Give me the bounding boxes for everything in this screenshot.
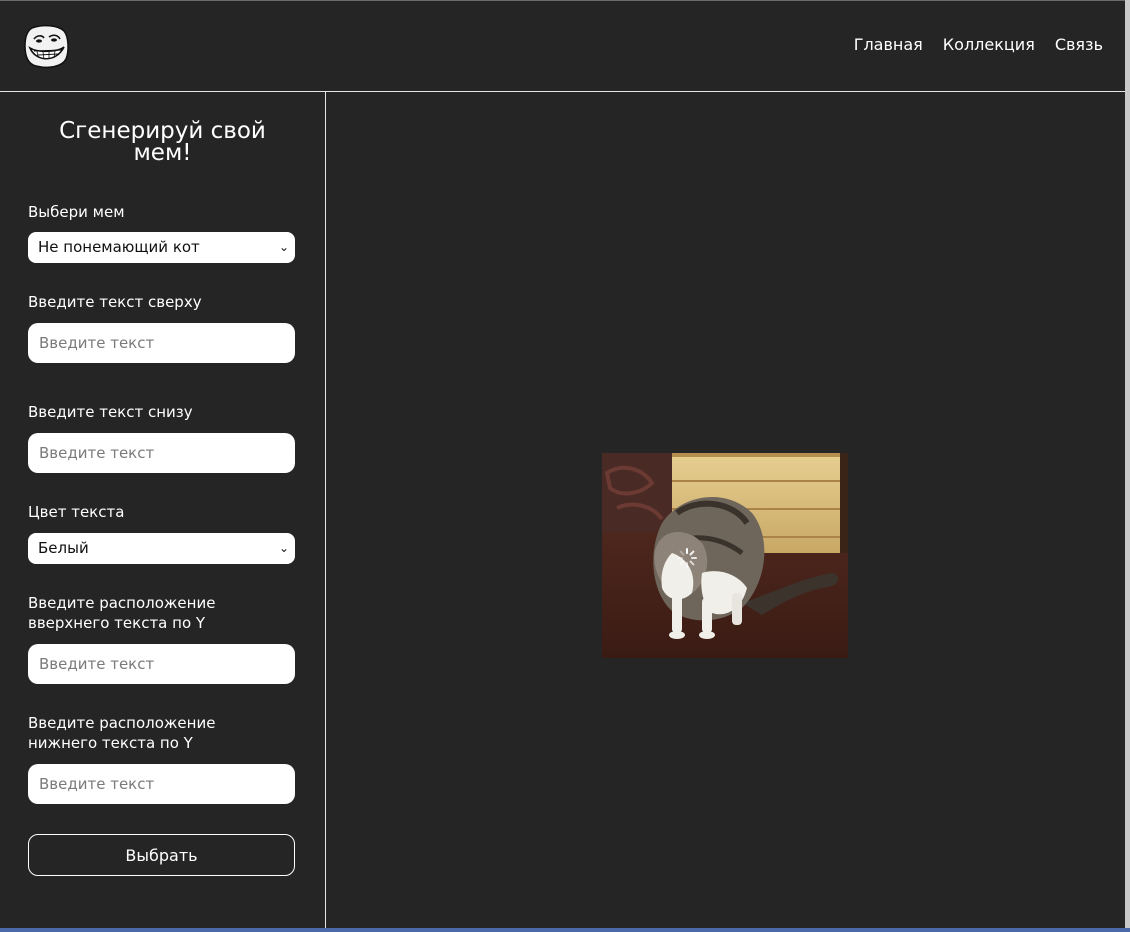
top-text-input[interactable] — [28, 323, 295, 363]
top-y-input[interactable] — [28, 644, 295, 684]
nav-link-contact[interactable]: Связь — [1055, 34, 1103, 56]
bottom-text-input[interactable] — [28, 433, 295, 473]
form-title: Сгенерируй свой мем! — [59, 118, 266, 166]
site-header: Главная Коллекция Связь — [0, 0, 1125, 92]
submit-button[interactable]: Выбрать — [28, 834, 295, 876]
bottom-y-label: Введите расположение нижнего текста по Y — [28, 714, 216, 752]
main-nav: Главная Коллекция Связь — [854, 34, 1103, 56]
meme-select[interactable]: Не понемающий кот ⌄ — [28, 232, 295, 263]
top-text-label: Введите текст сверху — [28, 293, 202, 311]
meme-select-value: Не понемающий кот — [38, 238, 200, 256]
window-bottom-edge — [0, 928, 1130, 932]
window-scrollbar-edge — [1125, 0, 1130, 932]
nav-link-collection[interactable]: Коллекция — [943, 34, 1035, 56]
text-color-select[interactable]: Белый ⌄ — [28, 533, 295, 564]
meme-preview-area — [326, 92, 1125, 928]
meme-select-label: Выбери мем — [28, 203, 125, 221]
bottom-y-input[interactable] — [28, 764, 295, 804]
confused-loading-cat-image — [602, 453, 848, 658]
chevron-down-icon: ⌄ — [278, 240, 289, 254]
top-y-label: Введите расположение вверхнего текста по… — [28, 594, 216, 632]
bottom-text-label: Введите текст снизу — [28, 403, 193, 421]
meme-generator-form: Сгенерируй свой мем! Выбери мем Не понем… — [0, 92, 326, 928]
text-color-label: Цвет текста — [28, 503, 125, 521]
chevron-down-icon: ⌄ — [278, 541, 289, 555]
troll-face-logo-icon[interactable] — [22, 22, 70, 70]
nav-link-home[interactable]: Главная — [854, 34, 923, 56]
text-color-select-value: Белый — [38, 539, 89, 557]
